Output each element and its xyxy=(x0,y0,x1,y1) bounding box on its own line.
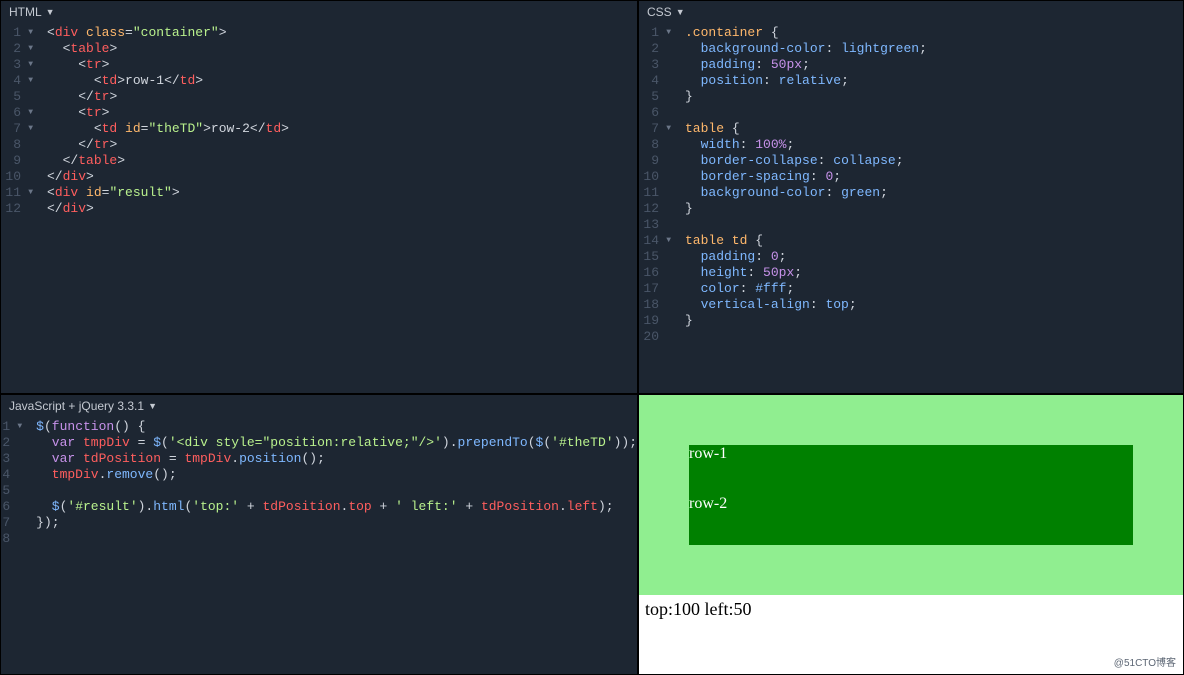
js-panel-header[interactable]: JavaScript + jQuery 3.3.1 ▼ xyxy=(1,395,637,417)
html-panel: HTML ▼ 1▼2▼3▼4▼56▼7▼891011▼12 <div class… xyxy=(0,0,638,394)
panel-title: HTML xyxy=(9,5,42,19)
html-gutter: 1▼2▼3▼4▼56▼7▼891011▼12 xyxy=(1,25,37,393)
table-row: row-2 xyxy=(689,495,1133,545)
css-panel: CSS ▼ 1▼234567▼891011121314▼151617181920… xyxy=(638,0,1184,394)
preview-panel: row-1 row-2 top:100 left:50 xyxy=(638,394,1184,675)
panel-title: JavaScript + jQuery 3.3.1 xyxy=(9,399,144,413)
css-gutter: 1▼234567▼891011121314▼151617181920 xyxy=(639,25,675,393)
js-code[interactable]: $(function() { var tmpDiv = $('<div styl… xyxy=(26,419,637,674)
css-editor[interactable]: 1▼234567▼891011121314▼151617181920 .cont… xyxy=(639,23,1183,393)
table-cell: row-2 xyxy=(689,495,1133,545)
table-row: row-1 xyxy=(689,445,1133,495)
preview-result: top:100 left:50 xyxy=(639,595,1183,624)
panel-title: CSS xyxy=(647,5,672,19)
css-code[interactable]: .container { background-color: lightgree… xyxy=(675,25,1183,393)
table-cell: row-1 xyxy=(689,445,1133,495)
js-panel: JavaScript + jQuery 3.3.1 ▼ 1▼2345678 $(… xyxy=(0,394,638,675)
dropdown-icon: ▼ xyxy=(46,7,55,17)
js-gutter: 1▼2345678 xyxy=(1,419,26,674)
html-code[interactable]: <div class="container"> <table> <tr> <td… xyxy=(37,25,637,393)
html-panel-header[interactable]: HTML ▼ xyxy=(1,1,637,23)
html-editor[interactable]: 1▼2▼3▼4▼56▼7▼891011▼12 <div class="conta… xyxy=(1,23,637,393)
dropdown-icon: ▼ xyxy=(148,401,157,411)
watermark: @51CTO博客 xyxy=(1114,654,1176,669)
js-editor[interactable]: 1▼2345678 $(function() { var tmpDiv = $(… xyxy=(1,417,637,674)
css-panel-header[interactable]: CSS ▼ xyxy=(639,1,1183,23)
preview-table: row-1 row-2 xyxy=(689,445,1133,545)
preview-container: row-1 row-2 xyxy=(639,395,1183,595)
dropdown-icon: ▼ xyxy=(676,7,685,17)
